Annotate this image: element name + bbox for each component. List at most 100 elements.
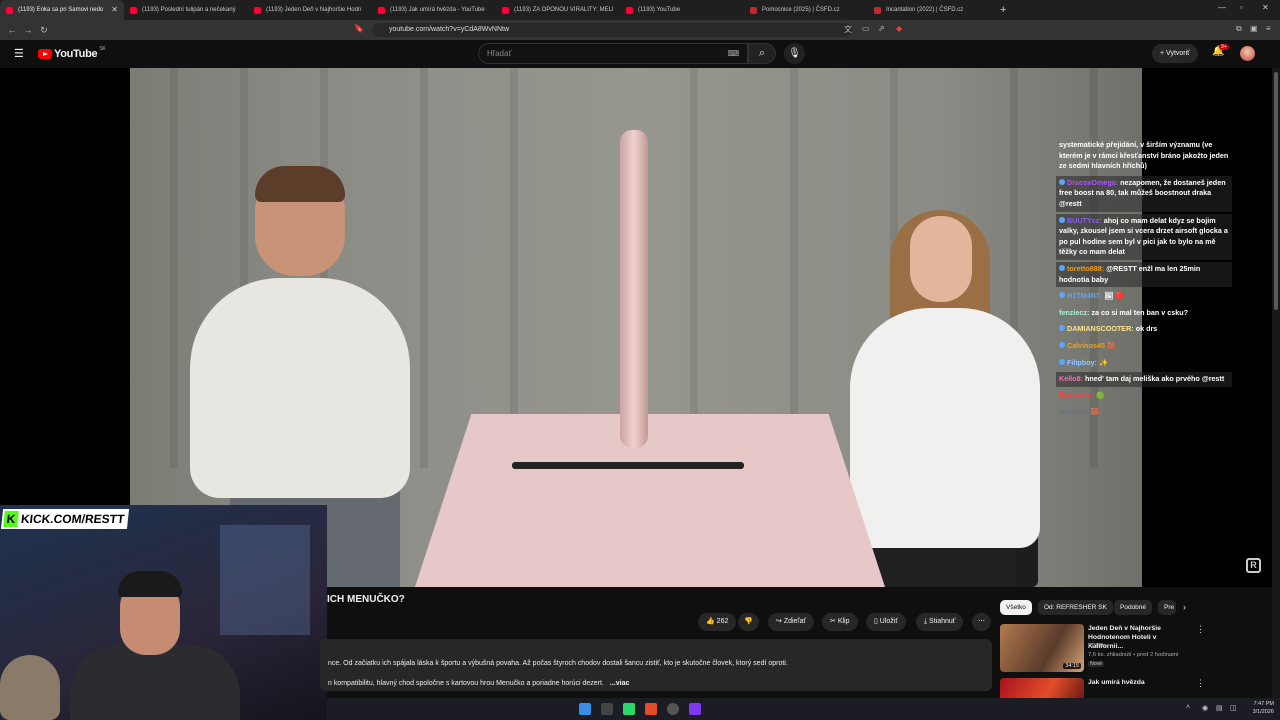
tab-label: Incantation (2022) | ČSFD.cz — [886, 7, 964, 13]
twitch-icon[interactable] — [689, 703, 701, 715]
save-label: Uložiť — [879, 618, 898, 625]
green-app-icon[interactable] — [623, 703, 635, 715]
recommendation-item[interactable]: Jak umírá hvězda ⋮ — [1000, 678, 1210, 698]
divider-base — [512, 462, 744, 469]
voice-search-button[interactable]: 🎙 — [784, 43, 805, 64]
scissors-icon: ✂ — [830, 618, 838, 625]
steam-icon[interactable] — [667, 703, 679, 715]
tray-chevron-icon[interactable]: ˄ — [1186, 704, 1190, 711]
hamburger-menu-icon[interactable]: ☰ — [14, 47, 24, 60]
minimize-icon[interactable]: — — [1218, 3, 1226, 12]
csfd-favicon-icon — [750, 6, 757, 14]
download-button[interactable]: ⤓ Stiahnuť — [916, 613, 964, 631]
forward-icon[interactable]: → — [20, 25, 36, 35]
url-text: youtube.com/watch?v=yCdA8WvNNtw — [389, 26, 510, 33]
like-button[interactable]: 👍 262 — [698, 613, 737, 631]
browser-tab[interactable]: (1193) Jeden Deň v Najhoršie Hodn — [248, 0, 372, 20]
share-page-icon[interactable]: ⇗ — [878, 24, 885, 33]
chat-text: ok drs — [1135, 324, 1158, 334]
chat-message: toretto888: @RESTT enžl ma len 25min hod… — [1056, 261, 1232, 288]
tab-label: (1193) Poslední tulipán a nečekaný — [142, 7, 236, 13]
duration-badge: 34:15 — [1063, 663, 1081, 669]
browser-tab[interactable]: (1193) ZA OPONOU VIRALITY: MELI — [496, 0, 620, 20]
chat-nick: Calvinos45 — [1067, 340, 1105, 350]
clip-button[interactable]: ✂ Klip — [822, 613, 858, 631]
chat-message: DracoxOmega: nezapomen, že dostaneš jede… — [1056, 175, 1232, 212]
brave-browser-icon[interactable] — [645, 703, 657, 715]
badge-icon — [1059, 358, 1065, 365]
extensions-icon[interactable]: ⧉ — [1236, 24, 1242, 34]
menu-icon[interactable]: ≡ — [1266, 24, 1271, 33]
emote-icon: 🟫 — [1090, 407, 1100, 417]
chip-from-channel[interactable]: Od: REFRESHER SK — [1038, 600, 1113, 615]
share-button[interactable]: ↪ Zdieľať — [768, 613, 814, 631]
chat-message: H1TM4N7: 🖼 🔴 — [1056, 289, 1232, 304]
youtube-favicon-icon — [130, 6, 137, 14]
recommendation-item[interactable]: 34:15 Jeden Deň v Najhoršie Hodnotenom H… — [1000, 624, 1210, 674]
search-input[interactable]: Hľadať ⌨ — [478, 43, 748, 64]
search-icon: ⌕ — [758, 47, 766, 59]
browser-tab[interactable]: (1193) Poslední tulipán a nečekaný — [124, 0, 248, 20]
close-icon[interactable]: ✕ — [111, 5, 118, 14]
chip-related[interactable]: Podobné — [1114, 600, 1153, 615]
kick-label: KICK.COM/RESTT — [20, 512, 126, 526]
thumbs-down-icon: 👎 — [744, 618, 753, 625]
system-clock[interactable]: 7:47 PM 3/1/2026 — [1244, 700, 1274, 716]
save-button[interactable]: ▯ Uložiť — [866, 613, 906, 631]
reload-icon[interactable]: ↻ — [36, 25, 52, 36]
chat-text: za co si mal ten ban v csku? — [1091, 307, 1189, 317]
recommendation-title[interactable]: Jak umírá hvězda — [1088, 678, 1192, 687]
search-button[interactable]: ⌕ — [748, 43, 776, 64]
browser-tab[interactable]: (1193) Jak umírá hvězda - YouTube — [372, 0, 496, 20]
browser-tab[interactable]: (1193) YouTube — [620, 0, 744, 20]
video-thumbnail[interactable]: 34:15 — [1000, 624, 1084, 672]
maximize-icon[interactable]: ▫ — [1240, 3, 1243, 12]
browser-tab[interactable]: (1193) Enka sa pri Samovi nedo ✕ — [0, 0, 124, 20]
brave-shield-icon[interactable]: ◆ — [896, 24, 902, 33]
youtube-favicon-icon — [502, 6, 509, 14]
url-field[interactable]: youtube.com/watch?v=yCdA8WvNNtw — [372, 23, 852, 37]
man-figure — [190, 278, 410, 498]
keyboard-icon[interactable]: ⌨ — [727, 44, 739, 63]
chip-all[interactable]: Všetko — [1000, 600, 1032, 615]
browser-tab[interactable]: Pomocnice (2025) | ČSFD.cz — [744, 0, 868, 20]
more-vert-icon[interactable]: ⋮ — [1196, 624, 1205, 635]
bookmark-icon[interactable]: 🔖 — [354, 24, 364, 33]
window-close-icon[interactable]: ✕ — [1262, 3, 1269, 12]
volume-icon[interactable]: ▤ — [1216, 704, 1223, 712]
share-icon: ↪ — [776, 618, 784, 625]
new-tab-icon[interactable]: + — [1000, 4, 1006, 16]
wallet-icon[interactable]: ▣ — [1250, 24, 1258, 33]
avatar[interactable] — [1240, 46, 1255, 61]
battery-icon[interactable]: ◫ — [1230, 704, 1237, 712]
refresher-watermark-icon: R — [1246, 558, 1261, 573]
kick-channel-banner: K KICK.COM/RESTT — [0, 509, 130, 529]
create-button[interactable]: + Vytvoriť — [1152, 44, 1198, 63]
back-icon[interactable]: ← — [4, 25, 20, 35]
windows-start-icon[interactable] — [579, 703, 591, 715]
chip-for-you[interactable]: Pre — [1158, 600, 1176, 615]
badge-icon — [1059, 264, 1065, 271]
task-view-icon[interactable] — [601, 703, 613, 715]
chat-nick: Mathody — [1059, 407, 1089, 417]
translate-icon[interactable]: 文 — [844, 24, 852, 35]
channel-name[interactable]: PPPter — [1088, 643, 1106, 649]
cast-icon[interactable]: ▭ — [862, 24, 870, 33]
browser-tab[interactable]: Incantation (2022) | ČSFD.cz — [868, 0, 992, 20]
chat-nick: fenziecz: — [1059, 307, 1090, 317]
video-description[interactable]: nce. Od začiatku ich spájala láska k špo… — [320, 639, 992, 691]
show-more-link[interactable]: ...viac — [610, 680, 629, 687]
clip-label: Klip — [837, 618, 850, 625]
window-light — [220, 525, 310, 635]
youtube-logo[interactable]: YouTube SK — [38, 46, 106, 60]
more-vert-icon[interactable]: ⋮ — [1196, 678, 1205, 689]
video-thumbnail[interactable] — [1000, 678, 1084, 698]
dislike-button[interactable]: 👎 — [738, 613, 759, 631]
chevron-right-icon[interactable]: › — [1183, 602, 1186, 612]
chat-text: systematické přejídání, v širším významu… — [1059, 140, 1229, 171]
scrollbar-thumb[interactable] — [1274, 72, 1278, 310]
chat-message: systematické přejídání, v širším významu… — [1056, 138, 1232, 174]
chat-nick: DAMIANSCOOTER: — [1067, 324, 1134, 334]
more-actions-button[interactable]: ⋯ — [972, 613, 991, 631]
network-icon[interactable]: ◉ — [1202, 704, 1208, 712]
